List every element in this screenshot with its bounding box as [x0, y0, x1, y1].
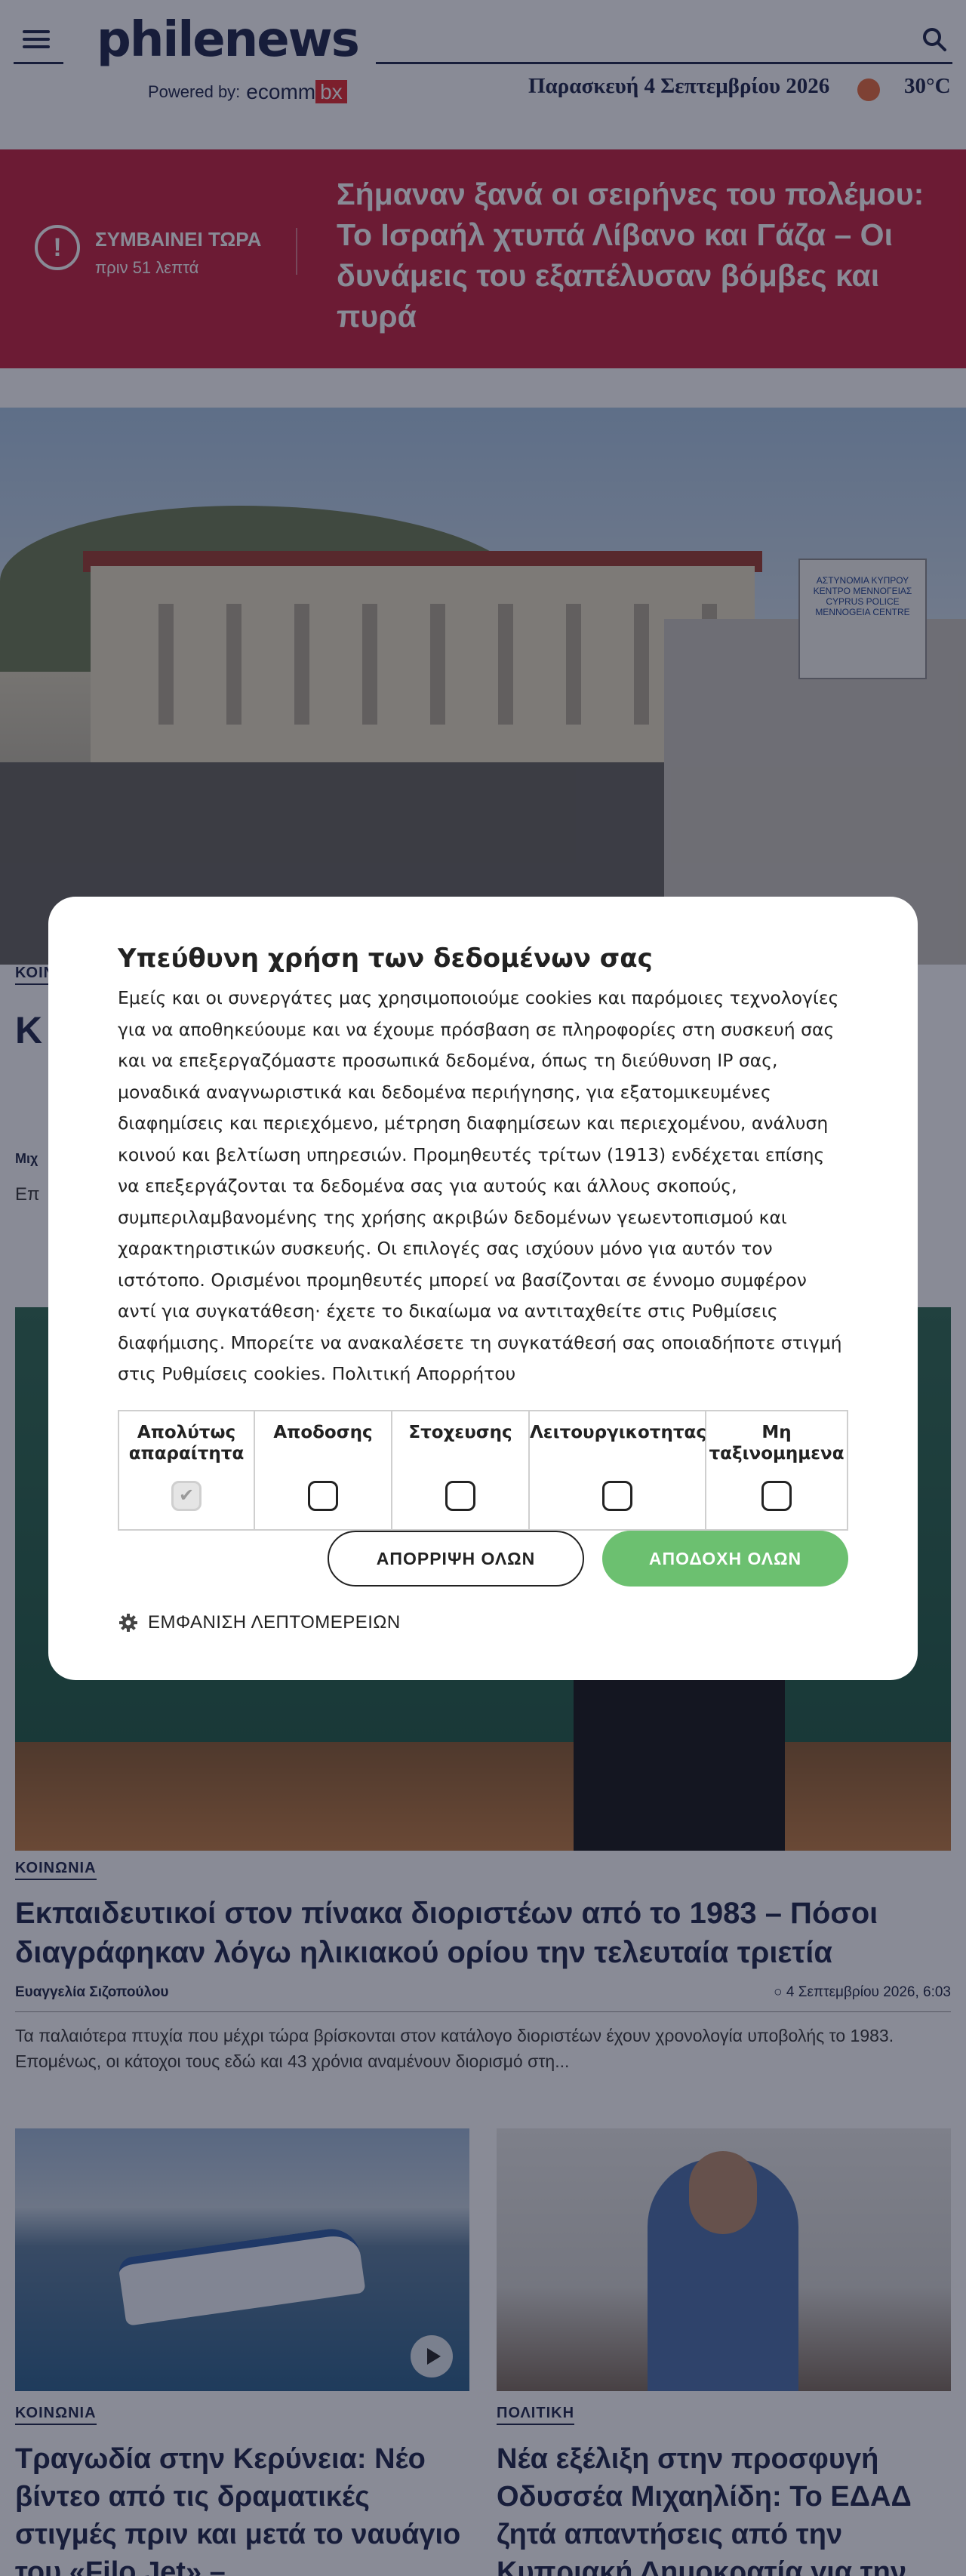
powered-by[interactable]: Powered by: ecomm bx	[148, 80, 347, 104]
search-icon[interactable]	[919, 24, 949, 54]
breaking-time: πριν 51 λεπτά	[95, 258, 199, 277]
article-title[interactable]: Νέα εξέλιξη στην προσφυγή Οδυσσέα Μιχαηλ…	[497, 2440, 951, 2576]
alert-circle-icon: !	[35, 225, 80, 270]
article-title[interactable]: Τραγωδία στην Κερύνεια: Νέο βίντεο από τ…	[15, 2440, 469, 2576]
breaking-news-banner[interactable]: ! ΣΥΜΒΑΙΝΕΙ ΤΩΡΑ πριν 51 λεπτά Σήμαναν ξ…	[0, 149, 966, 368]
menu-icon[interactable]	[14, 26, 63, 59]
gear-icon	[119, 1614, 137, 1632]
article-card[interactable]: ΚΟΙΝΩΝΙΑ Τραγωδία στην Κερύνεια: Νέο βίν…	[15, 2128, 469, 2576]
checkbox-performance[interactable]	[308, 1480, 338, 1511]
site-logo[interactable]: philenews	[97, 12, 360, 68]
weather-icon	[857, 78, 880, 101]
site-header: philenews Powered by: ecomm bx Παρασκευή …	[0, 0, 966, 149]
hero-image[interactable]: ΑΣΤΥΝΟΜΙΑ ΚΥΠΡΟΥ ΚΕΝΤΡΟ ΜΕΝΝΟΓΕΙΑΣ CYPRU…	[0, 408, 966, 965]
consent-targeting: Στοχευσης	[392, 1411, 530, 1529]
consent-strictly-necessary: Απολύτως απαραίτητα ✔	[119, 1411, 255, 1529]
powered-by-label: Powered by:	[148, 82, 241, 101]
current-date: Παρασκευή 4 Σεπτεμβρίου 2026	[528, 74, 830, 98]
checkbox-targeting[interactable]	[445, 1480, 475, 1511]
accept-all-button[interactable]: ΑΠΟΔΟΧΗ ΟΛΩΝ	[602, 1531, 848, 1587]
show-details-toggle[interactable]: ΕΜΦΑΝΙΣΗ ΛΕΠΤΟΜΕΡΕΙΩΝ	[118, 1612, 401, 1633]
consent-performance: Αποδοσης	[255, 1411, 392, 1529]
breaking-label: ΣΥΜΒΑΙΝΕΙ ΤΩΡΑ	[95, 228, 262, 251]
consent-functionality: Λειτουργικοτητας	[530, 1411, 706, 1529]
ship-image	[117, 2225, 366, 2326]
reject-all-button[interactable]: ΑΠΟΡΡΙΨΗ ΟΛΩΝ	[328, 1531, 584, 1587]
article-meta: Ευαγγελία Σιζοπούλου ○ 4 Σεπτεμβρίου 202…	[15, 1984, 951, 2012]
dialog-title: Υπεύθυνη χρήση των δεδομένων σας	[118, 943, 653, 974]
checkbox-strictly-necessary: ✔	[171, 1480, 202, 1511]
article-author[interactable]: Ευαγγελία Σιζοπούλου	[15, 1984, 169, 2001]
article-image[interactable]	[15, 2128, 469, 2391]
article-category[interactable]: ΚΟΙΝΩΝΙΑ	[15, 1860, 97, 1880]
header-divider	[14, 62, 63, 64]
sponsor-logo: ecomm bx	[246, 80, 347, 104]
article-title[interactable]: Εκπαιδευτικοί στον πίνακα διοριστέων από…	[15, 1894, 951, 1972]
privacy-policy-link[interactable]: Πολιτική Απορρήτου	[332, 1363, 516, 1384]
person-image	[648, 2151, 798, 2391]
article-category[interactable]: ΠΟΛΙΤΙΚΗ	[497, 2405, 575, 2425]
article-timestamp: ○ 4 Σεπτεμβρίου 2026, 6:03	[774, 1984, 951, 2000]
police-sign: ΑΣΤΥΝΟΜΙΑ ΚΥΠΡΟΥ ΚΕΝΤΡΟ ΜΕΝΝΟΓΕΙΑΣ CYPRU…	[798, 559, 927, 679]
temperature: 30°C	[904, 74, 951, 98]
cookie-consent-dialog: Υπεύθυνη χρήση των δεδομένων σας Εμείς κ…	[48, 897, 918, 1680]
play-icon[interactable]	[411, 2335, 453, 2377]
show-details-label: ΕΜΦΑΝΙΣΗ ΛΕΠΤΟΜΕΡΕΙΩΝ	[148, 1612, 401, 1633]
checkbox-unclassified[interactable]	[761, 1480, 792, 1511]
article-summary: Τα παλαιότερα πτυχία που μέχρι τώρα βρίσ…	[15, 2026, 894, 2071]
dialog-body: Εμείς και οι συνεργάτες μας χρησιμοποιού…	[118, 987, 842, 1384]
breaking-headline[interactable]: Σήμαναν ξανά οι σειρήνες του πολέμου: Το…	[337, 174, 933, 337]
article-card[interactable]: ΠΟΛΙΤΙΚΗ Νέα εξέλιξη στην προσφυγή Οδυσσ…	[497, 2128, 951, 2576]
article-image[interactable]	[497, 2128, 951, 2391]
breaking-divider	[296, 228, 297, 275]
article-item[interactable]: ΚΟΙΝΩΝΙΑ Εκπαιδευτικοί στον πίνακα διορι…	[15, 1860, 951, 2074]
consent-unclassified: Μη ταξινομημενα	[706, 1411, 847, 1529]
checkbox-functionality[interactable]	[602, 1480, 632, 1511]
header-divider	[376, 62, 952, 64]
consent-categories: Απολύτως απαραίτητα ✔ Αποδοσης Στοχευσης…	[118, 1409, 848, 1531]
article-category[interactable]: ΚΟΙΝΩΝΙΑ	[15, 2405, 97, 2425]
